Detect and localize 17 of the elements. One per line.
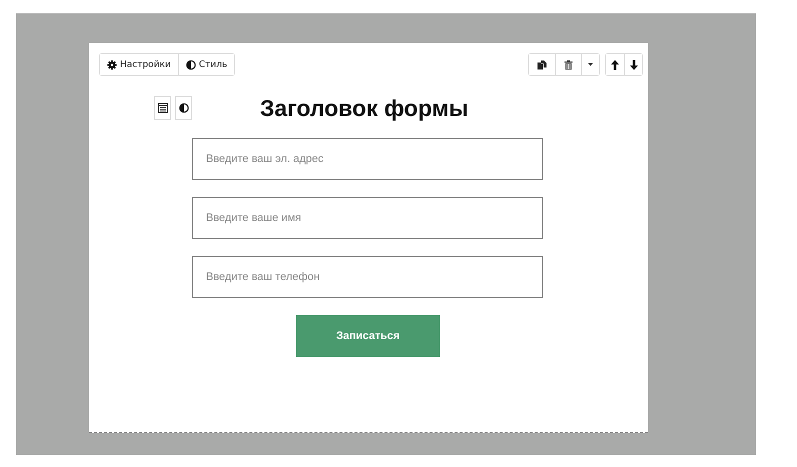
style-button[interactable]: Стиль: [178, 54, 234, 75]
copy-icon: [537, 60, 547, 70]
input-field[interactable]: Введите ваш эл. адрес: [192, 138, 543, 180]
form-title: Заголовок формы: [260, 94, 468, 122]
arrow-down-icon: [630, 60, 638, 70]
contrast-icon: [186, 60, 196, 70]
caret-icon: [588, 63, 593, 66]
gear-icon: [107, 60, 117, 70]
input-field[interactable]: Введите ваше имя: [192, 197, 543, 239]
move-down-button[interactable]: [624, 54, 642, 75]
input-field[interactable]: Введите ваш телефон: [192, 256, 543, 298]
contrast-button[interactable]: [175, 96, 192, 120]
contrast-icon: [178, 103, 188, 113]
arrow-up-icon: [611, 60, 619, 70]
layout-button[interactable]: [154, 96, 171, 120]
trash-icon: [564, 60, 573, 70]
layout-icon: [158, 103, 168, 113]
